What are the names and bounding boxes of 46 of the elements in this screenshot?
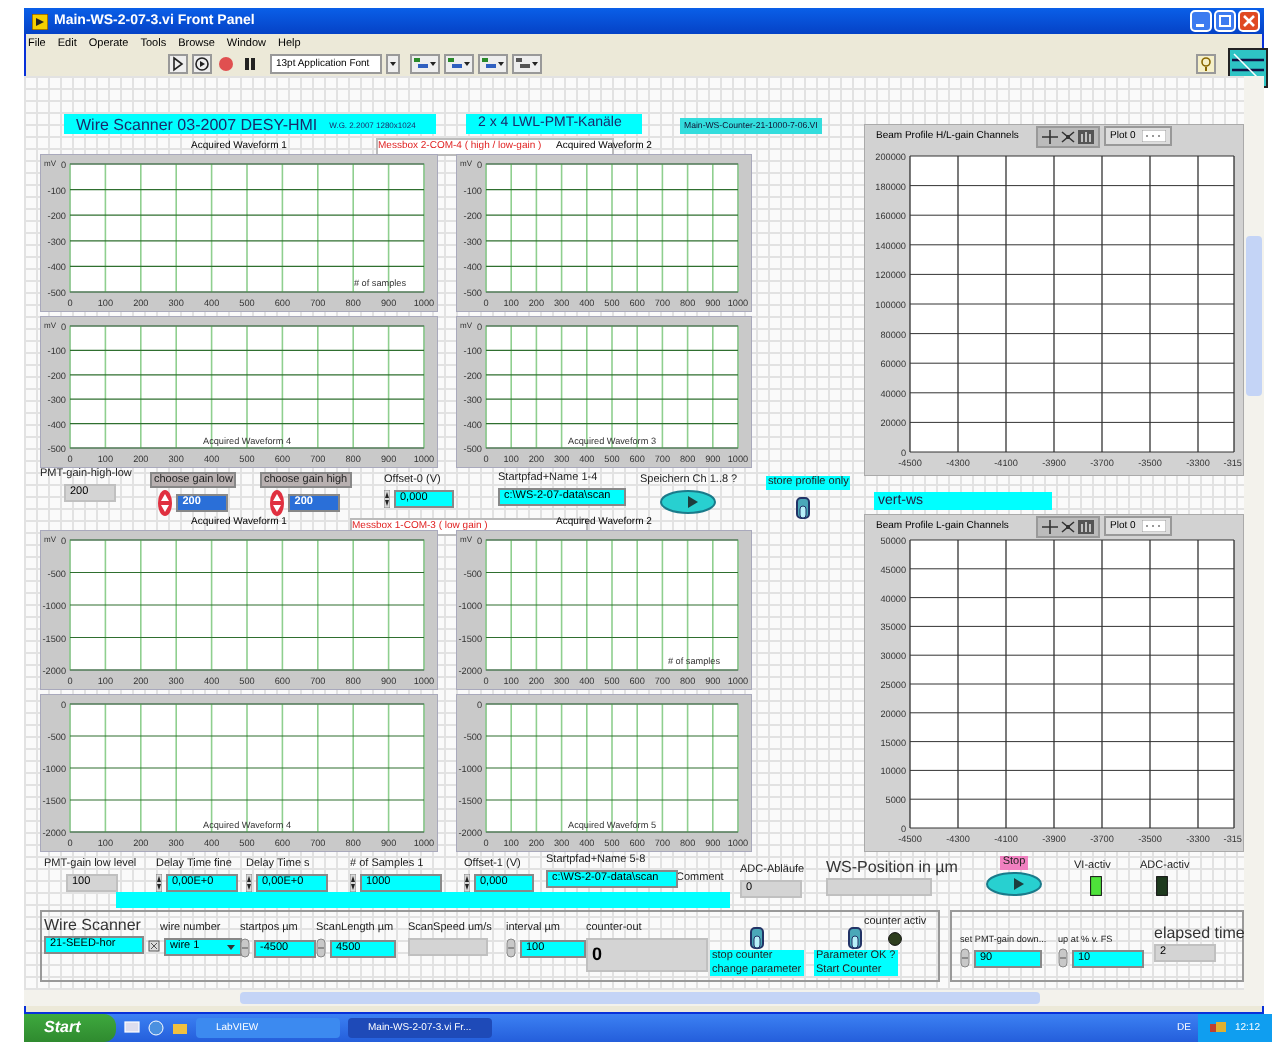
graph-palette[interactable] xyxy=(1036,126,1100,148)
alignment-icon[interactable] xyxy=(512,54,542,74)
banner-title: Wire Scanner 03-2007 DESY-HMI xyxy=(76,115,318,133)
alignment-icon[interactable] xyxy=(478,54,508,74)
help-icon[interactable] xyxy=(1196,54,1216,74)
run-continuously-icon[interactable] xyxy=(192,54,212,74)
network-icon[interactable] xyxy=(1210,1020,1227,1036)
alignment-icon[interactable] xyxy=(410,54,440,74)
caret-icon[interactable] xyxy=(386,54,400,74)
toggle-switch[interactable] xyxy=(796,492,810,520)
comment-field[interactable] xyxy=(116,892,730,908)
control-label: Wire Scanner xyxy=(44,916,141,934)
run-arrow-icon[interactable] xyxy=(168,54,188,74)
horizontal-scrollbar[interactable] xyxy=(24,990,1264,1006)
crosshair-icon[interactable] xyxy=(1042,520,1058,534)
caret-icon[interactable] xyxy=(226,942,236,952)
oval-button[interactable] xyxy=(986,872,1042,896)
increment-arrows[interactable] xyxy=(350,874,356,892)
graph-palette[interactable] xyxy=(1036,516,1100,538)
increment-arrows[interactable] xyxy=(246,874,252,892)
crosshair-icon[interactable] xyxy=(1042,130,1058,144)
start-button[interactable]: Start xyxy=(24,1014,116,1042)
oval-button[interactable] xyxy=(660,490,716,514)
vertical-scrollbar[interactable] xyxy=(1244,76,1264,990)
increment-arrows[interactable] xyxy=(464,874,470,892)
control-label: elapsed time xyxy=(1154,924,1244,942)
maximize-button[interactable] xyxy=(1214,10,1236,32)
globe-icon[interactable] xyxy=(148,1020,164,1036)
browse-icon[interactable] xyxy=(148,939,160,951)
value-display xyxy=(408,938,488,956)
folder-icon[interactable] xyxy=(172,1020,188,1036)
minimize-button[interactable] xyxy=(1190,10,1212,32)
alignment-icon[interactable] xyxy=(444,54,474,74)
increment-arrows[interactable] xyxy=(156,874,162,892)
desktop-icon[interactable] xyxy=(124,1020,140,1036)
value-display xyxy=(826,878,932,896)
toggle-switch[interactable] xyxy=(749,922,764,950)
plot-swatch-icon xyxy=(1141,130,1166,142)
control-label: WS-Position in µm xyxy=(826,858,958,876)
close-button[interactable] xyxy=(1238,10,1260,32)
toggle-switch[interactable] xyxy=(848,922,863,950)
pause-icon[interactable] xyxy=(240,54,260,74)
plot-swatch-icon xyxy=(1141,520,1166,532)
value-display: 0 xyxy=(586,938,708,972)
app-icon xyxy=(32,13,48,29)
increment-arrows[interactable] xyxy=(384,490,390,508)
